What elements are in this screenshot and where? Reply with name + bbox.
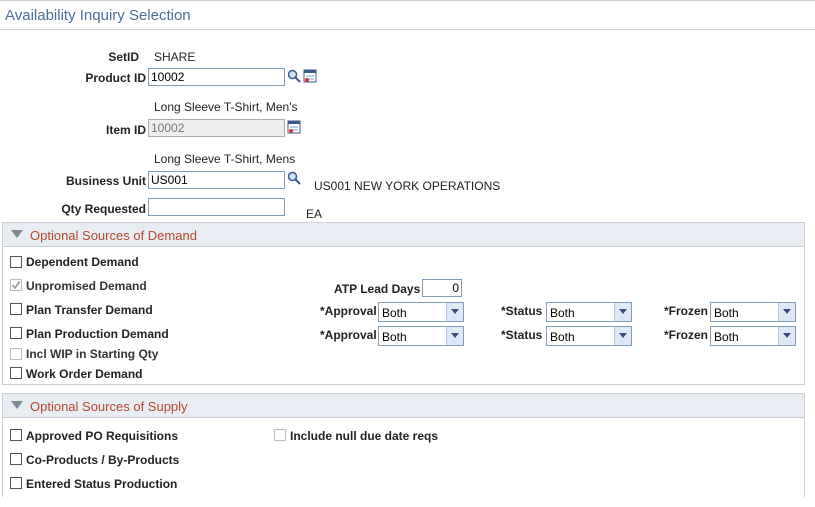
demand-section-title: Optional Sources of Demand <box>30 228 197 243</box>
frozen-select-2-value: Both <box>714 330 739 344</box>
status-label-2: *Status <box>501 328 543 342</box>
chevron-down-icon[interactable] <box>778 303 795 321</box>
frozen-label-2: *Frozen <box>664 328 709 342</box>
approval-label-2: *Approval <box>320 328 377 342</box>
dependent-demand-checkbox[interactable] <box>10 256 22 268</box>
business-unit-input[interactable] <box>148 171 285 189</box>
incl-wip-label: Incl WIP in Starting Qty <box>26 347 159 361</box>
business-unit-label: Business Unit <box>65 174 146 188</box>
status-label-1: *Status <box>501 304 543 318</box>
co-products-label: Co-Products / By-Products <box>26 453 180 467</box>
approval-select-2[interactable]: Both <box>378 326 464 346</box>
approval-select-1[interactable]: Both <box>378 302 464 322</box>
atp-lead-days-input[interactable] <box>422 279 462 297</box>
status-select-2[interactable]: Both <box>546 326 632 346</box>
plan-production-demand-label: Plan Production Demand <box>26 327 169 341</box>
page-title-bar: Availability Inquiry Selection <box>0 0 815 30</box>
work-order-demand-label: Work Order Demand <box>26 367 143 381</box>
unpromised-demand-label: Unpromised Demand <box>26 279 147 293</box>
checkmark-icon <box>11 281 21 290</box>
supply-section-header[interactable]: Optional Sources of Supply <box>3 394 804 418</box>
approved-po-requisitions-label: Approved PO Requisitions <box>26 429 179 443</box>
atp-lead-days-label: ATP Lead Days <box>334 282 421 296</box>
collapse-triangle-icon[interactable] <box>11 230 23 238</box>
collapse-triangle-icon[interactable] <box>11 401 23 409</box>
item-id-label: Item ID <box>105 123 146 137</box>
status-select-2-value: Both <box>550 330 575 344</box>
product-id-input[interactable] <box>148 68 285 86</box>
chevron-down-icon[interactable] <box>778 327 795 345</box>
approval-select-2-value: Both <box>382 330 407 344</box>
item-description: Long Sleeve T-Shirt, Mens <box>154 152 296 166</box>
chevron-down-icon[interactable] <box>446 327 463 345</box>
unit-of-measure: EA <box>306 207 323 221</box>
plan-transfer-demand-label: Plan Transfer Demand <box>26 303 153 317</box>
unpromised-demand-checkbox <box>10 279 22 291</box>
include-null-due-date-checkbox <box>274 429 286 441</box>
chevron-down-icon[interactable] <box>446 303 463 321</box>
business-unit-description: US001 NEW YORK OPERATIONS <box>314 179 501 193</box>
frozen-select-2[interactable]: Both <box>710 326 796 346</box>
detail-icon[interactable] <box>287 120 301 134</box>
product-description: Long Sleeve T-Shirt, Men's <box>154 100 298 114</box>
co-products-checkbox[interactable] <box>10 453 22 465</box>
status-select-1-value: Both <box>550 306 575 320</box>
chevron-down-icon[interactable] <box>614 327 631 345</box>
chevron-down-icon[interactable] <box>614 303 631 321</box>
page-title: Availability Inquiry Selection <box>5 7 191 24</box>
approval-select-1-value: Both <box>382 306 407 320</box>
demand-section-header[interactable]: Optional Sources of Demand <box>3 223 804 247</box>
dependent-demand-label: Dependent Demand <box>26 255 139 269</box>
incl-wip-checkbox <box>10 348 22 360</box>
approved-po-requisitions-checkbox[interactable] <box>10 429 22 441</box>
detail-calendar-icon[interactable] <box>303 69 317 83</box>
include-null-due-date-label: Include null due date reqs <box>290 429 439 443</box>
supply-section-title: Optional Sources of Supply <box>30 399 188 414</box>
entered-status-production-label: Entered Status Production <box>26 477 178 491</box>
setid-label: SetID <box>108 50 139 64</box>
status-select-1[interactable]: Both <box>546 302 632 322</box>
frozen-select-1-value: Both <box>714 306 739 320</box>
plan-production-demand-checkbox[interactable] <box>10 327 22 339</box>
setid-value: SHARE <box>154 50 196 64</box>
work-order-demand-checkbox[interactable] <box>10 367 22 379</box>
item-id-input <box>148 119 285 137</box>
qty-requested-input[interactable] <box>148 198 285 216</box>
search-icon[interactable] <box>287 171 301 185</box>
frozen-select-1[interactable]: Both <box>710 302 796 322</box>
search-icon[interactable] <box>287 69 301 83</box>
qty-requested-label: Qty Requested <box>61 202 146 216</box>
plan-transfer-demand-checkbox[interactable] <box>10 303 22 315</box>
frozen-label-1: *Frozen <box>664 304 709 318</box>
entered-status-production-checkbox[interactable] <box>10 477 22 489</box>
approval-label-1: *Approval <box>320 304 377 318</box>
product-id-label: Product ID <box>85 71 146 85</box>
